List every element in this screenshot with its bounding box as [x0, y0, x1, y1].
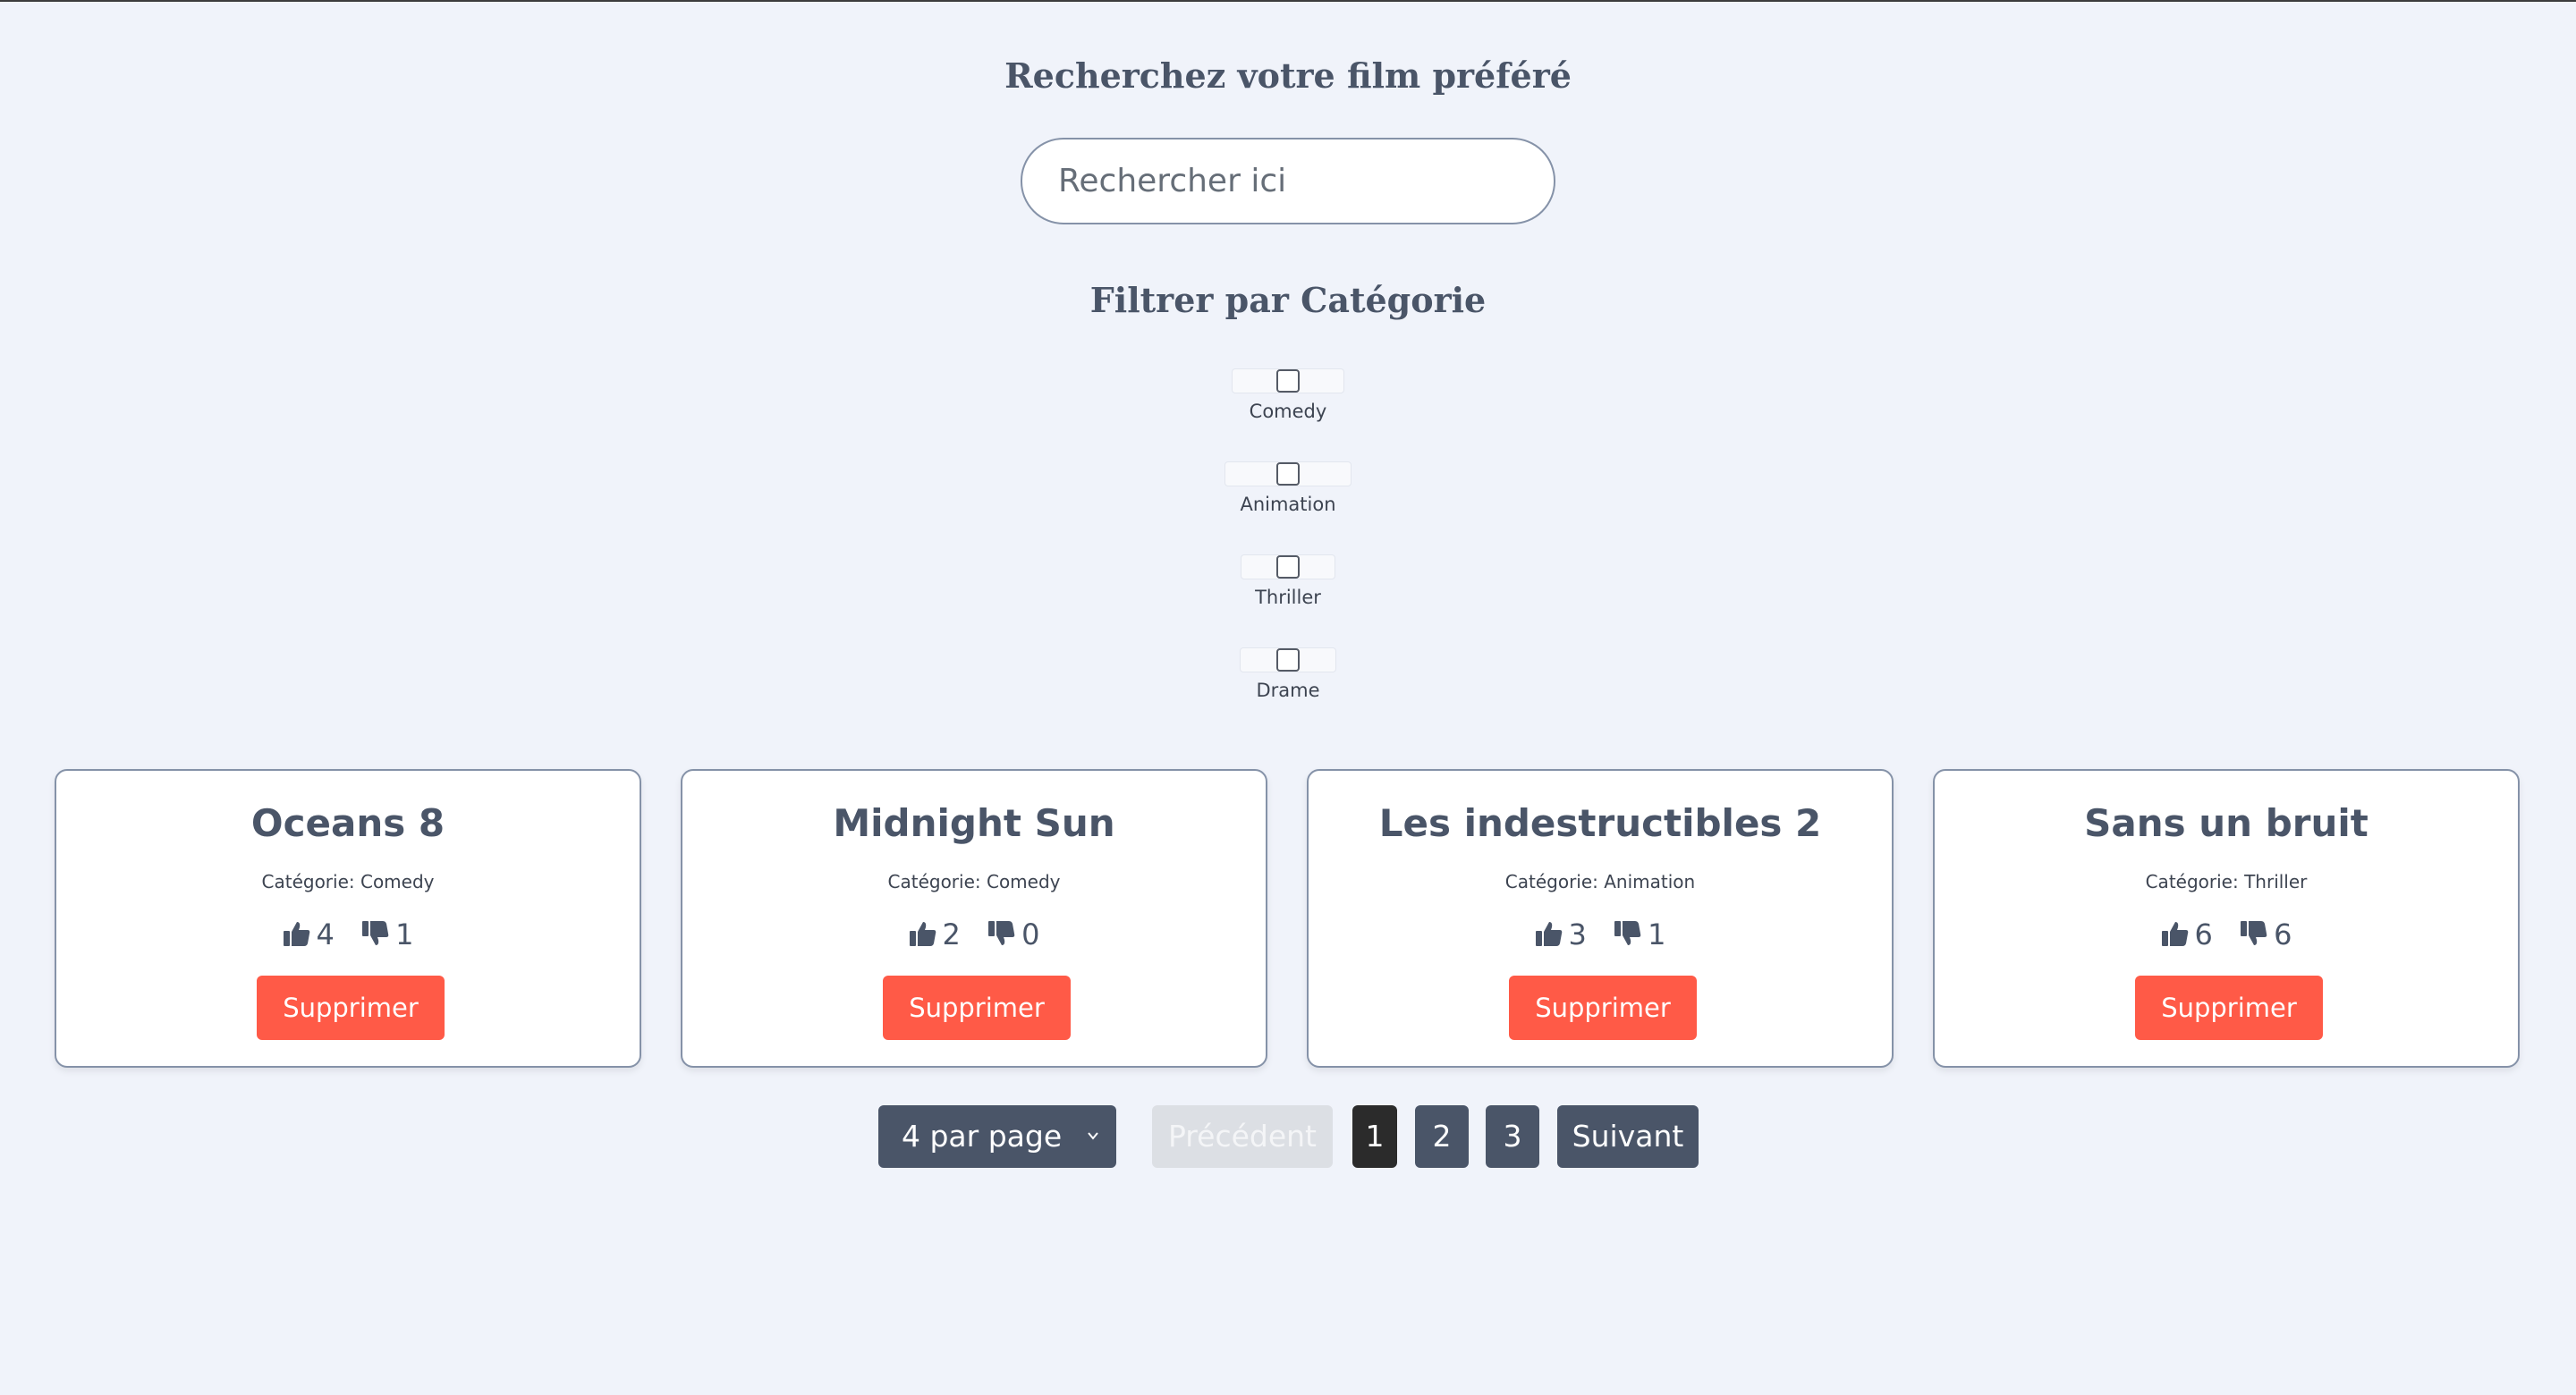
- filter-animation-checkbox[interactable]: [1276, 462, 1300, 486]
- like-count: 4: [316, 917, 335, 951]
- like-count: 2: [942, 917, 961, 951]
- like-count: 6: [2194, 917, 2213, 951]
- movie-title: Sans un bruit: [2084, 801, 2368, 845]
- dislike-vote[interactable]: 0: [987, 917, 1039, 951]
- filter-drame-checkbox[interactable]: [1276, 648, 1300, 672]
- movie-votes: 4 1: [56, 917, 640, 951]
- movie-votes: 2 0: [682, 917, 1266, 951]
- movie-votes: 3 1: [1309, 917, 1892, 951]
- filter-thriller-checkbox[interactable]: [1276, 555, 1300, 579]
- thumbs-up-icon[interactable]: [1535, 919, 1563, 948]
- page-button-1[interactable]: 1: [1352, 1105, 1397, 1168]
- filter-comedy: Comedy: [1145, 368, 1431, 422]
- like-vote[interactable]: 6: [2161, 917, 2213, 951]
- movie-category: Catégorie: Animation: [1504, 871, 1696, 892]
- filter-animation-checkbox-wrap[interactable]: [1224, 461, 1352, 486]
- per-page-select[interactable]: 4 par page: [878, 1105, 1116, 1168]
- like-vote[interactable]: 4: [283, 917, 335, 951]
- filter-thriller-checkbox-wrap[interactable]: [1241, 554, 1335, 579]
- movie-card: Oceans 8 Catégorie: Comedy 4 1 Supprimer: [55, 769, 641, 1068]
- page-button-2[interactable]: 2: [1415, 1105, 1469, 1168]
- movie-category: Catégorie: Thriller: [2145, 871, 2308, 892]
- filter-drame: Drame: [1145, 647, 1431, 701]
- movie-title: Midnight Sun: [833, 801, 1115, 845]
- filter-comedy-checkbox-wrap[interactable]: [1232, 368, 1344, 393]
- delete-button[interactable]: Supprimer: [257, 976, 445, 1040]
- movie-card: Les indestructibles 2 Catégorie: Animati…: [1307, 769, 1894, 1068]
- movie-card: Sans un bruit Catégorie: Thriller 6 6 Su…: [1933, 769, 2520, 1068]
- next-page-button[interactable]: Suivant: [1557, 1105, 1699, 1168]
- movie-card: Midnight Sun Catégorie: Comedy 2 0 Suppr…: [681, 769, 1267, 1068]
- filter-comedy-label[interactable]: Comedy: [1145, 401, 1431, 422]
- thumbs-down-icon[interactable]: [987, 919, 1016, 948]
- filter-animation: Animation: [1145, 461, 1431, 515]
- movie-title: Oceans 8: [250, 801, 445, 845]
- chevron-down-icon: [1088, 1132, 1098, 1140]
- movie-title: Les indestructibles 2: [1378, 801, 1822, 845]
- delete-button[interactable]: Supprimer: [1509, 976, 1697, 1040]
- filter-drame-checkbox-wrap[interactable]: [1240, 647, 1336, 672]
- filter-thriller-label[interactable]: Thriller: [1145, 587, 1431, 608]
- delete-button[interactable]: Supprimer: [883, 976, 1071, 1040]
- movie-category: Catégorie: Comedy: [887, 871, 1061, 892]
- movie-category: Catégorie: Comedy: [261, 871, 435, 892]
- page-button-3[interactable]: 3: [1486, 1105, 1539, 1168]
- dislike-count: 1: [395, 917, 414, 951]
- previous-page-button[interactable]: Précédent: [1152, 1105, 1333, 1168]
- search-title: Recherchez votre film préféré: [1004, 55, 1572, 96]
- like-vote[interactable]: 2: [909, 917, 961, 951]
- per-page-label: 4 par page: [902, 1119, 1063, 1154]
- dislike-count: 6: [2274, 917, 2292, 951]
- thumbs-up-icon[interactable]: [283, 919, 311, 948]
- filter-animation-label[interactable]: Animation: [1145, 494, 1431, 515]
- delete-button[interactable]: Supprimer: [2135, 976, 2323, 1040]
- like-count: 3: [1568, 917, 1587, 951]
- thumbs-up-icon[interactable]: [909, 919, 937, 948]
- dislike-vote[interactable]: 1: [1614, 917, 1665, 951]
- like-vote[interactable]: 3: [1535, 917, 1587, 951]
- filter-title: Filtrer par Catégorie: [1089, 280, 1487, 320]
- dislike-count: 1: [1648, 917, 1666, 951]
- dislike-count: 0: [1021, 917, 1040, 951]
- thumbs-down-icon[interactable]: [1614, 919, 1642, 948]
- thumbs-up-icon[interactable]: [2161, 919, 2190, 948]
- search-input[interactable]: [1021, 138, 1555, 224]
- filter-thriller: Thriller: [1145, 554, 1431, 608]
- dislike-vote[interactable]: 1: [361, 917, 413, 951]
- filter-drame-label[interactable]: Drame: [1145, 680, 1431, 701]
- thumbs-down-icon[interactable]: [361, 919, 390, 948]
- filter-comedy-checkbox[interactable]: [1276, 369, 1300, 393]
- dislike-vote[interactable]: 6: [2240, 917, 2292, 951]
- movie-votes: 6 6: [1935, 917, 2518, 951]
- thumbs-down-icon[interactable]: [2240, 919, 2268, 948]
